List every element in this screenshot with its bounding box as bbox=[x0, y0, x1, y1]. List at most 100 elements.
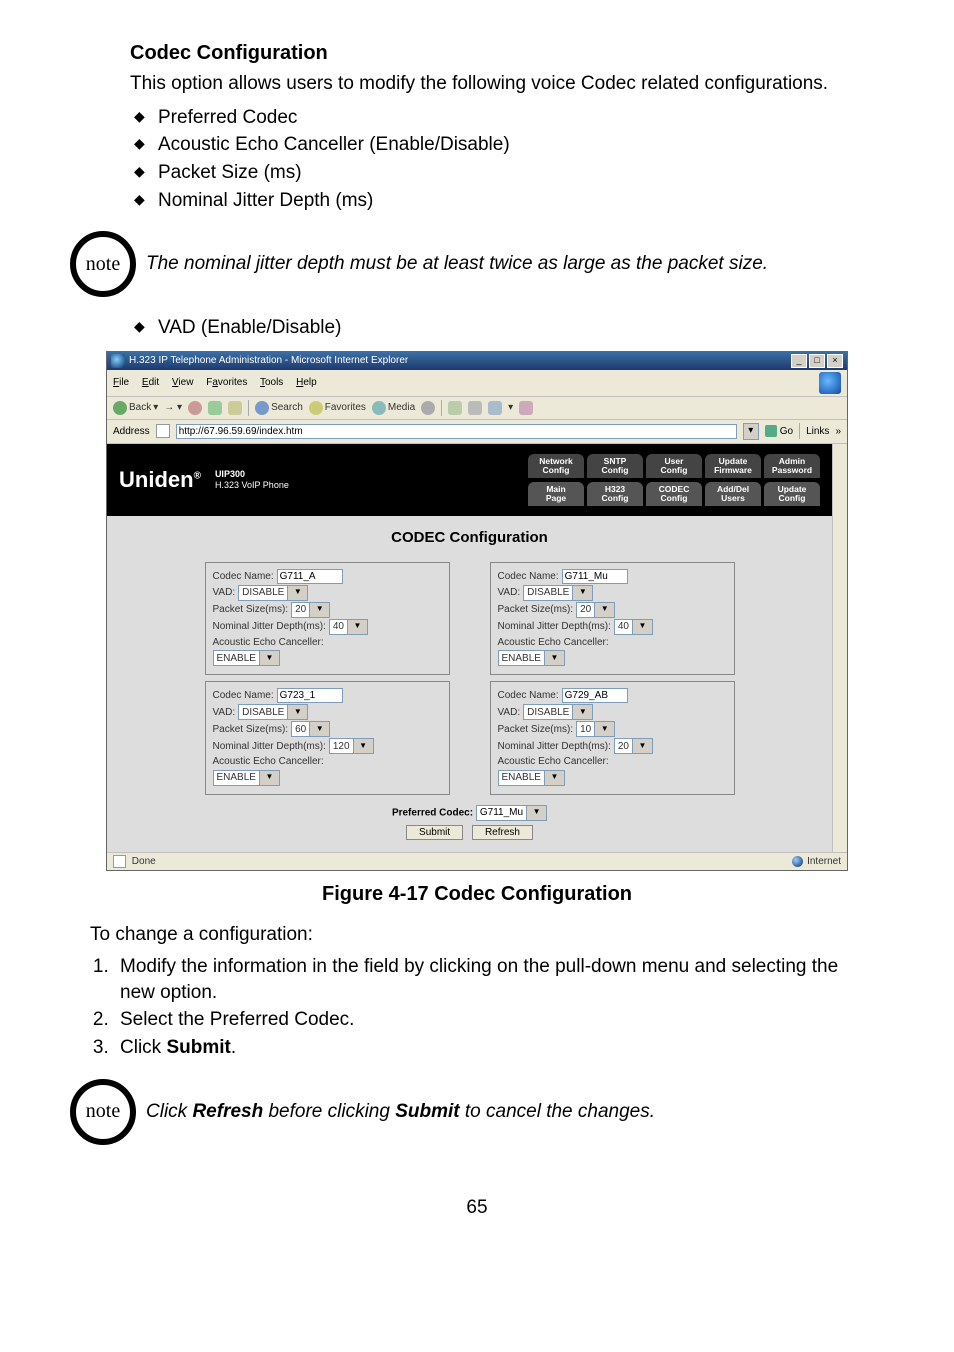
menu-help[interactable]: Help bbox=[296, 377, 317, 388]
ie-app-icon bbox=[111, 354, 125, 368]
tab-user-config[interactable]: User Config bbox=[646, 454, 702, 478]
links-label[interactable]: Links bbox=[806, 425, 829, 439]
packet-select[interactable]: 10▼ bbox=[576, 721, 615, 737]
history-button[interactable] bbox=[421, 401, 435, 415]
tab-codec-config[interactable]: CODEC Config bbox=[646, 482, 702, 506]
jitter-select[interactable]: 120▼ bbox=[329, 738, 374, 754]
aec-select[interactable]: ENABLE▼ bbox=[213, 650, 280, 666]
toolbar-more[interactable]: ▾ bbox=[508, 401, 513, 415]
note-text: The nominal jitter depth must be at leas… bbox=[146, 251, 768, 277]
aec-label: Acoustic Echo Canceller: bbox=[213, 755, 324, 769]
search-button[interactable]: Search bbox=[255, 401, 303, 415]
tab-network-config[interactable]: Network Config bbox=[528, 454, 584, 478]
vad-select[interactable]: DISABLE▼ bbox=[238, 585, 308, 601]
refresh-page-button[interactable]: Refresh bbox=[472, 825, 533, 840]
tab-add-del-users[interactable]: Add/Del Users bbox=[705, 482, 761, 506]
packet-select[interactable]: 20▼ bbox=[291, 602, 330, 618]
list-item: Packet Size (ms) bbox=[130, 160, 864, 186]
status-done: Done bbox=[113, 855, 156, 869]
aec-label: Acoustic Echo Canceller: bbox=[498, 636, 609, 650]
menu-view[interactable]: View bbox=[172, 377, 194, 388]
jitter-select[interactable]: 40▼ bbox=[614, 619, 653, 635]
codec-name-input[interactable] bbox=[562, 688, 628, 703]
ie-window-title: H.323 IP Telephone Administration - Micr… bbox=[129, 354, 408, 368]
packet-select[interactable]: 60▼ bbox=[291, 721, 330, 737]
address-dropdown[interactable]: ▾ bbox=[743, 423, 759, 440]
codec-name-label: Codec Name: bbox=[498, 570, 559, 584]
bullet-list-1: Preferred Codec Acoustic Echo Canceller … bbox=[130, 105, 864, 214]
go-button[interactable]: Go bbox=[765, 425, 793, 439]
links-chevron[interactable]: » bbox=[835, 425, 841, 439]
status-zone: Internet bbox=[792, 855, 841, 869]
change-intro: To change a configuration: bbox=[90, 922, 864, 948]
ie-address-bar: Address ▾ Go Links » bbox=[107, 420, 847, 444]
scrollbar[interactable] bbox=[832, 444, 847, 852]
list-item: Preferred Codec bbox=[130, 105, 864, 131]
globe-icon bbox=[792, 856, 803, 867]
note-icon: note bbox=[70, 1079, 136, 1145]
media-button[interactable]: Media bbox=[372, 401, 415, 415]
codec-name-label: Codec Name: bbox=[213, 570, 274, 584]
note-block-1: note The nominal jitter depth must be at… bbox=[70, 231, 864, 297]
jitter-label: Nominal Jitter Depth(ms): bbox=[498, 740, 611, 754]
back-button[interactable]: Back ▾ bbox=[113, 401, 158, 415]
codec-name-label: Codec Name: bbox=[498, 689, 559, 703]
forward-button[interactable]: → ▾ bbox=[164, 401, 182, 415]
vad-select[interactable]: DISABLE▼ bbox=[523, 585, 593, 601]
refresh-button[interactable] bbox=[208, 401, 222, 415]
tab-admin-password[interactable]: Admin Password bbox=[764, 454, 820, 478]
codec-name-input[interactable] bbox=[277, 688, 343, 703]
home-button[interactable] bbox=[228, 401, 242, 415]
tab-main-page[interactable]: Main Page bbox=[528, 482, 584, 506]
menu-tools[interactable]: Tools bbox=[260, 377, 283, 388]
discuss-button[interactable] bbox=[519, 401, 533, 415]
address-page-icon bbox=[156, 424, 170, 438]
packet-label: Packet Size(ms): bbox=[213, 603, 289, 617]
packet-select[interactable]: 20▼ bbox=[576, 602, 615, 618]
tab-h323-config[interactable]: H323 Config bbox=[587, 482, 643, 506]
codec-box: Codec Name: VAD: DISABLE▼ Packet Size(ms… bbox=[205, 562, 450, 676]
jitter-label: Nominal Jitter Depth(ms): bbox=[213, 620, 326, 634]
note-text: Click Refresh before clicking Submit to … bbox=[146, 1099, 655, 1125]
preferred-codec-select[interactable]: G711_Mu▼ bbox=[476, 805, 547, 821]
vad-select[interactable]: DISABLE▼ bbox=[523, 704, 593, 720]
vad-label: VAD: bbox=[498, 586, 521, 600]
print-button[interactable] bbox=[468, 401, 482, 415]
tab-update-firmware[interactable]: Update Firmware bbox=[705, 454, 761, 478]
vad-select[interactable]: DISABLE▼ bbox=[238, 704, 308, 720]
list-item: Acoustic Echo Canceller (Enable/Disable) bbox=[130, 132, 864, 158]
preferred-codec-label: Preferred Codec: bbox=[392, 807, 473, 818]
edit-button[interactable] bbox=[488, 401, 502, 415]
page-body: Uniden® UIP300 H.323 VoIP Phone Network … bbox=[107, 444, 832, 852]
aec-select[interactable]: ENABLE▼ bbox=[498, 650, 565, 666]
figure-caption: Figure 4-17 Codec Configuration bbox=[90, 881, 864, 908]
list-item: Modify the information in the field by c… bbox=[114, 954, 864, 1005]
note-block-2: note Click Refresh before clicking Submi… bbox=[70, 1079, 864, 1145]
address-input[interactable] bbox=[176, 424, 737, 439]
tab-update-config[interactable]: Update Config bbox=[764, 482, 820, 506]
jitter-label: Nominal Jitter Depth(ms): bbox=[498, 620, 611, 634]
tab-sntp-config[interactable]: SNTP Config bbox=[587, 454, 643, 478]
menu-file[interactable]: FFileile bbox=[113, 377, 129, 388]
menu-edit[interactable]: Edit bbox=[142, 377, 159, 388]
close-button[interactable]: × bbox=[827, 354, 843, 368]
submit-button[interactable]: Submit bbox=[406, 825, 463, 840]
menu-favorites[interactable]: Favorites bbox=[206, 377, 247, 388]
mail-button[interactable] bbox=[448, 401, 462, 415]
codec-name-input[interactable] bbox=[562, 569, 628, 584]
bullet-list-2: VAD (Enable/Disable) bbox=[130, 315, 864, 341]
jitter-select[interactable]: 40▼ bbox=[329, 619, 368, 635]
stop-button[interactable] bbox=[188, 401, 202, 415]
codec-name-input[interactable] bbox=[277, 569, 343, 584]
maximize-button[interactable]: □ bbox=[809, 354, 825, 368]
address-label: Address bbox=[113, 425, 150, 439]
content-area: CODEC Configuration Codec Name: VAD: DIS… bbox=[107, 516, 832, 852]
ie-window: H.323 IP Telephone Administration - Micr… bbox=[106, 351, 848, 872]
aec-select[interactable]: ENABLE▼ bbox=[498, 770, 565, 786]
jitter-select[interactable]: 20▼ bbox=[614, 738, 653, 754]
aec-select[interactable]: ENABLE▼ bbox=[213, 770, 280, 786]
vad-label: VAD: bbox=[213, 586, 236, 600]
vad-label: VAD: bbox=[213, 706, 236, 720]
favorites-button[interactable]: Favorites bbox=[309, 401, 366, 415]
minimize-button[interactable]: _ bbox=[791, 354, 807, 368]
